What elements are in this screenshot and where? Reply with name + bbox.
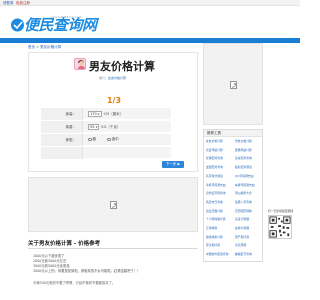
next-step-button[interactable]: 下一步 ▶ [162, 161, 184, 168]
logo-url: www.BM8CX.com [52, 15, 83, 19]
breadcrumb-home[interactable]: 首页 [28, 45, 35, 49]
girlfriend-calc-link[interactable]: 女友价格计算 [108, 76, 126, 80]
sidebar-tool-link[interactable]: 身高预测 [235, 243, 263, 247]
weight-unit: KG（千克） [101, 124, 121, 129]
empty-row [41, 147, 171, 159]
height-select[interactable]: 170▼ [88, 111, 102, 117]
sidebar-tool-link[interactable]: 星座配对查询 [206, 156, 234, 160]
ad-banner[interactable] [28, 177, 198, 232]
logo-icon[interactable] [10, 17, 25, 33]
sidebar-tool-link[interactable]: 汇率换算 [206, 226, 234, 230]
body-type-label: 体型： [41, 134, 83, 146]
sidebar-tool-link[interactable]: 预产期计算 [235, 235, 263, 239]
weight-select[interactable]: 55▼ [88, 124, 100, 130]
sidebar-tool-link[interactable]: 身份证号码查询 [206, 191, 234, 195]
article-divider [28, 248, 198, 249]
article-title: 关于男友价格计算 - 价格参考 [28, 241, 101, 247]
qr-section: 扫一扫手机版更便捷 [268, 209, 296, 240]
body-type-row: 体型： 瘦 适中 [41, 134, 171, 146]
sidebar-tool-link[interactable]: 在线计算器 [235, 226, 263, 230]
sidebar-tool-link[interactable]: 姓名配对测试 [235, 165, 263, 169]
body-option-medium-label: 适中 [111, 137, 119, 141]
sidebar-tool-link[interactable]: 恋爱年龄计算 [206, 148, 234, 152]
chevron-down-icon: ▼ [95, 126, 98, 129]
intro-prefix: 简介： [99, 76, 109, 80]
site-header: 便民查询网 www.BM8CX.com [0, 7, 300, 37]
sidebar-tool-link[interactable]: 手机号码测吉凶 [206, 183, 234, 187]
step-progress: 1/3 [106, 96, 122, 105]
breadcrumb-current[interactable]: 男友价格计算 [40, 45, 61, 49]
qr-code-icon [268, 215, 292, 239]
broken-image-icon [230, 81, 237, 89]
height-label: 身高： [41, 108, 83, 120]
sidebar-tool-link[interactable]: 房贷计算器 [235, 217, 263, 221]
empty-row-label [41, 147, 83, 159]
qr-label: 扫一扫手机版更便捷 [268, 209, 294, 213]
sidebar-tool-link[interactable]: 农历阳历转换 [235, 209, 263, 213]
boyfriend-avatar-icon [74, 58, 86, 70]
weight-row: 体重： 55▼ KG（千克） [41, 121, 171, 133]
article-paragraph: 不满500元就别不要了吧啊，已经不像样不要都保存了。 [33, 281, 116, 285]
body-option-thin-radio[interactable] [88, 137, 92, 142]
broken-image-icon [110, 201, 117, 209]
page-title: 男友价格计算 [89, 60, 155, 73]
sidebar-tool-link[interactable]: 邮编区号查询 [235, 252, 263, 256]
top-bar: 请登录 免费注册 [0, 0, 300, 6]
sidebar-tool-link[interactable]: 结婚年龄计算 [235, 148, 263, 152]
body-option-medium-radio[interactable] [107, 137, 111, 142]
sidebar-tools-box: 推荐工具 女友价格计算 男友价格计算恋爱年龄计算 结婚年龄计算 星座配对查询 生肖配对查… [203, 129, 263, 262]
sidebar-tool-link[interactable]: 健康体重计算 [206, 235, 234, 239]
calculator-panel: 男友价格计算 简介：女友价格计算 1/3 身高： 170▼ CM（厘米） 体重： … [28, 52, 198, 172]
register-link[interactable]: 免费注册 [16, 1, 30, 6]
sidebar-tool-link[interactable]: 安全期计算 [206, 243, 234, 247]
intro-line: 简介：女友价格计算 [99, 76, 126, 80]
height-unit: CM（厘米） [103, 111, 124, 116]
chevron-down-icon: ▼ [97, 113, 100, 116]
article-paragraph: 5000元以上的，你要是找到啦，那就真的不太可能啦，赶紧结婚吧了！！ [33, 269, 141, 273]
height-row: 身高： 170▼ CM（厘米） [41, 108, 171, 120]
sidebar-tool-link[interactable]: 出生天数计算 [206, 209, 234, 213]
sidebar-ad[interactable] [203, 43, 263, 125]
breadcrumb: 首页 > 男友价格计算 [28, 45, 61, 50]
weight-select-value: 55 [90, 125, 95, 129]
sidebar-tool-link[interactable]: 车牌号码测吉凶 [235, 183, 263, 187]
sidebar-tool-link[interactable]: 黄道吉日查询 [206, 200, 234, 204]
sidebar-tool-link[interactable]: 个人所得税计算 [206, 217, 234, 221]
sidebar-tool-link[interactable]: 女友价格计算 [206, 139, 234, 143]
sidebar-tool-link[interactable]: 名字缘分测试 [206, 174, 234, 178]
sidebar-box-title: 推荐工具 [204, 130, 262, 137]
sidebar-tool-link[interactable]: 生肖配对查询 [235, 156, 263, 160]
sidebar-tool-link[interactable]: 周公解梦大全 [235, 191, 263, 195]
sidebar-tool-link[interactable]: 男友价格计算 [235, 139, 263, 143]
login-link[interactable]: 请登录 [3, 1, 14, 6]
height-select-value: 170 [90, 112, 97, 116]
sidebar-tool-link[interactable]: 血型配对查询 [206, 165, 234, 169]
weight-label: 体重： [41, 121, 83, 133]
sidebar-tool-link[interactable]: 生辰八字查询 [235, 200, 263, 204]
sidebar-tool-link[interactable]: 中国省市区划查询 [206, 252, 234, 256]
body-option-thin-label: 瘦 [92, 137, 97, 141]
sidebar-tool-link[interactable]: QQ号码测吉凶 [235, 174, 263, 178]
